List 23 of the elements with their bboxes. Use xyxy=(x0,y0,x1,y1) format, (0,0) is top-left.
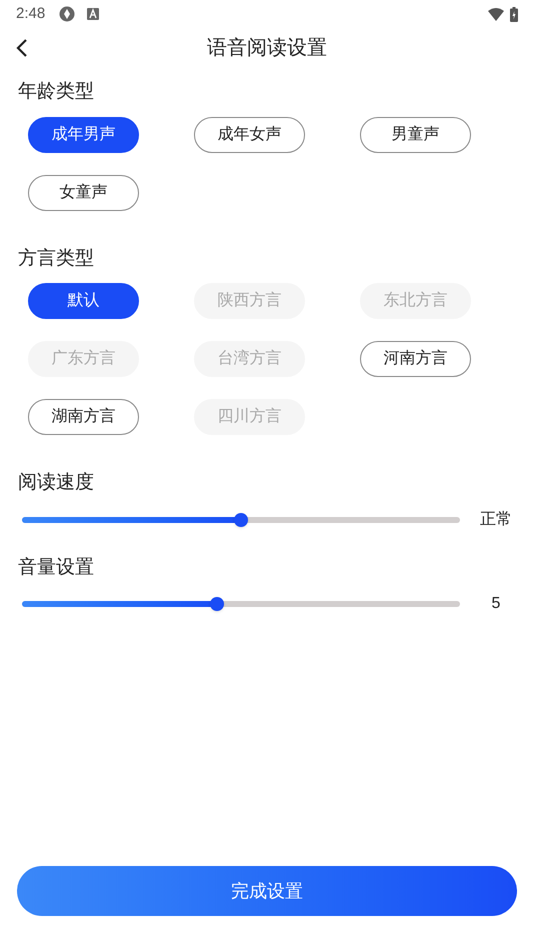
battery-icon xyxy=(510,6,518,22)
section-title: 年龄类型 xyxy=(17,80,95,104)
section-title: 方言类型 xyxy=(17,246,95,270)
option-chip[interactable]: 默认 xyxy=(28,283,139,319)
option-chip[interactable]: 男童声 xyxy=(360,116,471,152)
done-button[interactable]: 完成设置 xyxy=(17,866,517,916)
option-chip[interactable]: 河南方言 xyxy=(360,341,471,377)
wifi-icon xyxy=(488,8,504,20)
option-chip[interactable]: 成年女声 xyxy=(194,116,305,152)
section-title: 阅读速度 xyxy=(17,471,95,495)
section-title: 音量设置 xyxy=(17,556,95,580)
app-icon xyxy=(59,6,76,22)
status-time: 2:48 xyxy=(16,4,46,24)
keyboard-icon xyxy=(87,8,100,20)
option-chip[interactable]: 女童声 xyxy=(28,174,139,210)
page-title: 语音阅读设置 xyxy=(207,36,327,61)
slider-value: 正常 xyxy=(479,510,513,530)
slider-thumb[interactable] xyxy=(234,512,248,526)
slider-thumb[interactable] xyxy=(210,597,224,611)
back-icon[interactable] xyxy=(16,39,28,57)
option-chip[interactable]: 成年男声 xyxy=(28,116,139,152)
option-chip[interactable]: 湖南方言 xyxy=(28,399,139,435)
slider-value: 5 xyxy=(490,594,502,614)
